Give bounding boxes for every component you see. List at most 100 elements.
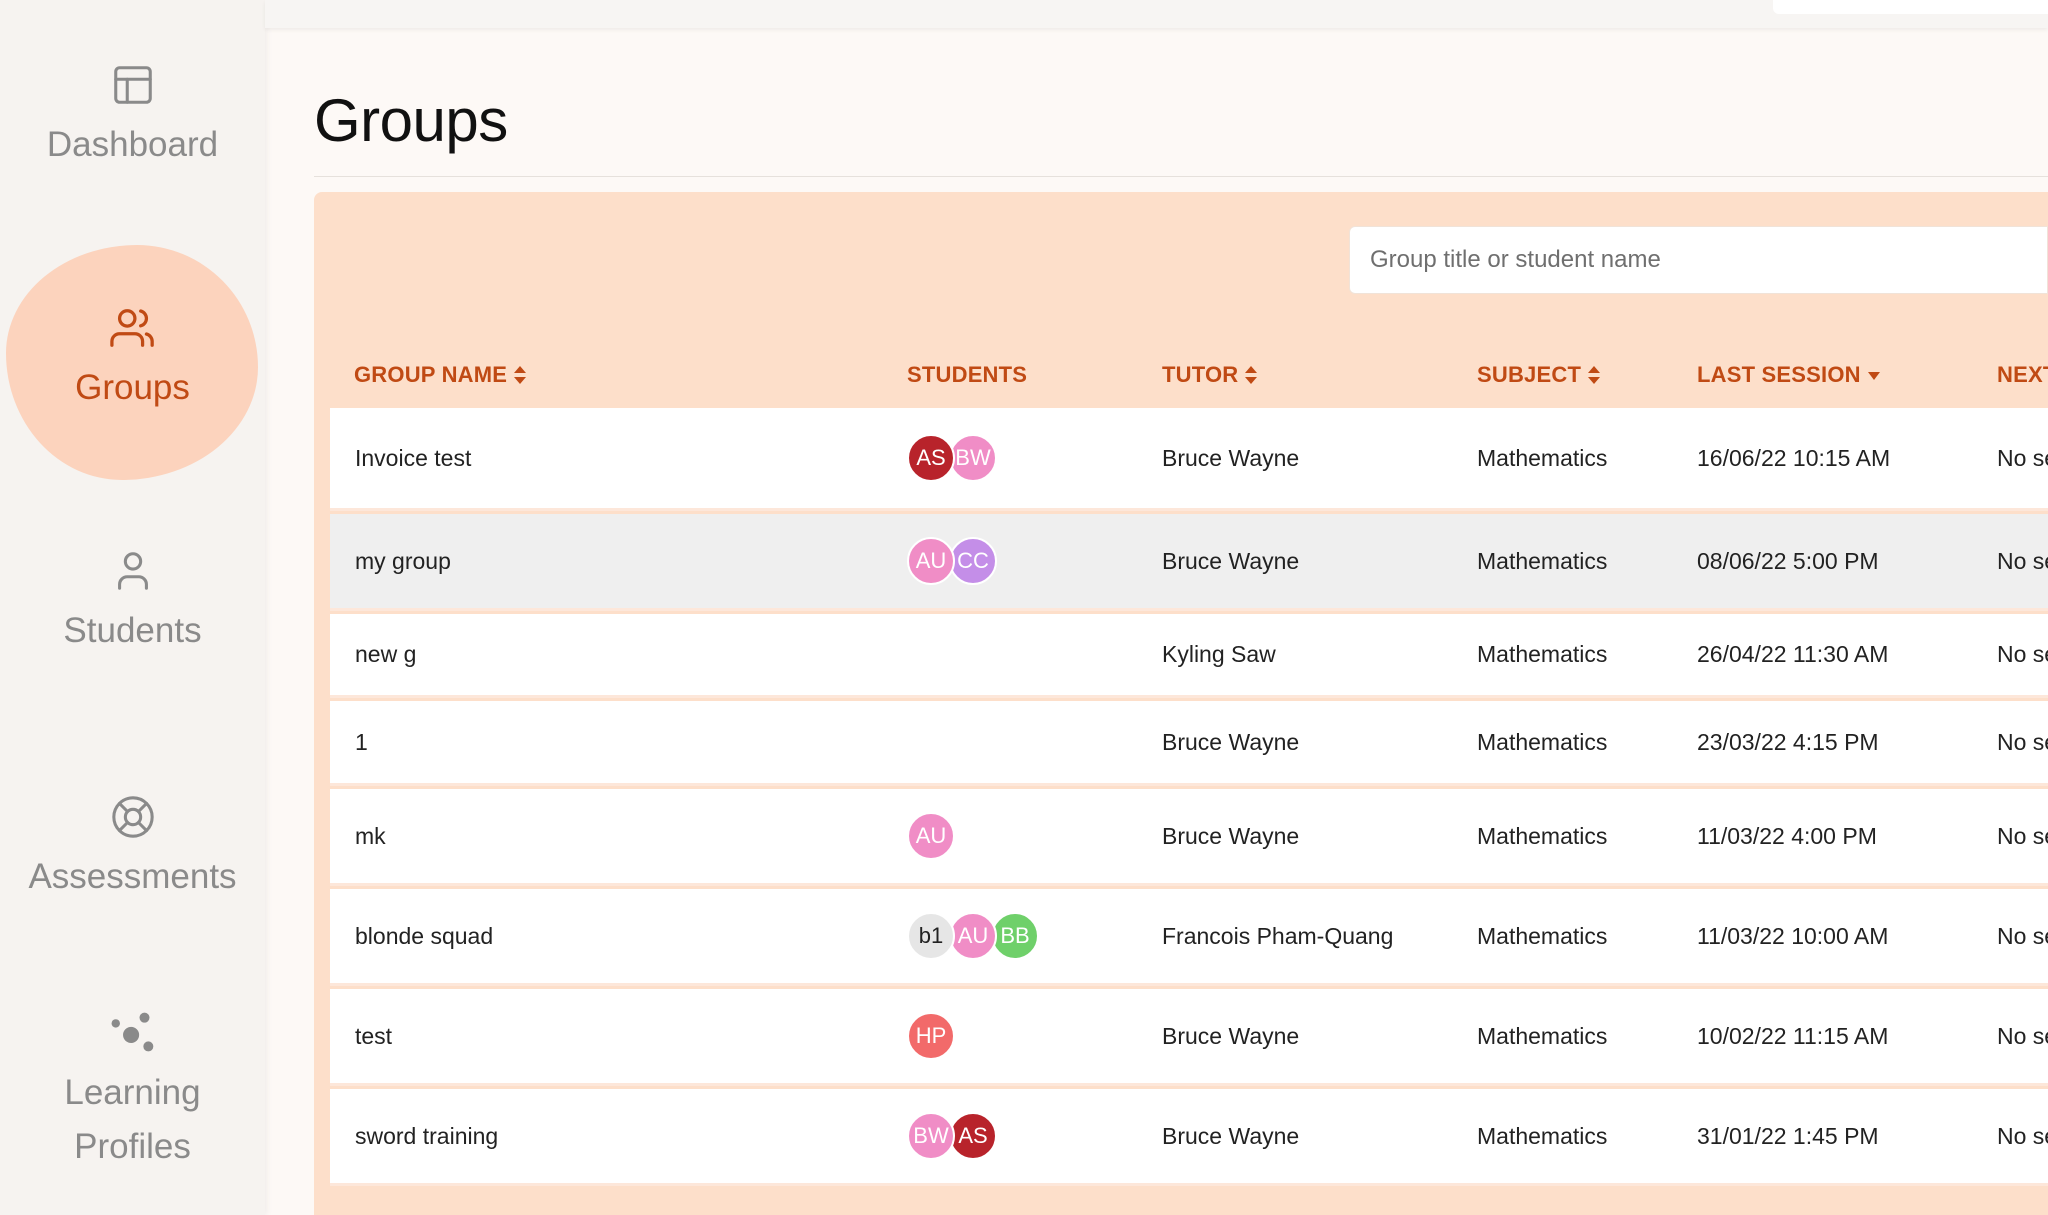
- column-header-last-session[interactable]: LAST SESSION: [1697, 362, 1881, 388]
- group-name-cell: Invoice test: [355, 444, 472, 471]
- column-header-tutor[interactable]: TUTOR: [1162, 362, 1258, 388]
- next-session-cell: No se: [1997, 641, 2048, 667]
- students-cell: BW AS: [907, 1089, 997, 1183]
- last-session-cell: 26/04/22 11:30 AM: [1697, 641, 1889, 667]
- sidebar-item-label: Profiles: [74, 1127, 191, 1166]
- column-header-label: LAST SESSION: [1697, 362, 1861, 387]
- table-row[interactable]: mk AU Bruce Wayne Mathematics 11/03/22 4:00 …: [330, 789, 2048, 886]
- tutor-cell: Bruce Wayne: [1162, 822, 1300, 849]
- group-name-cell: 1: [355, 728, 368, 755]
- subject-cell: Mathematics: [1477, 547, 1608, 574]
- table-row[interactable]: sword training BW AS Bruce Wayne Mathematics…: [330, 1089, 2048, 1186]
- last-session-cell: 31/01/22 1:45 PM: [1697, 1122, 1879, 1149]
- subject-cell: Mathematics: [1477, 728, 1608, 755]
- next-session-cell: No se: [1997, 922, 2048, 949]
- tutor-cell: Bruce Wayne: [1162, 1022, 1300, 1049]
- students-cell: AU CC: [907, 514, 997, 608]
- column-header-label: TUTOR: [1162, 362, 1239, 387]
- avatar-group: AU CC: [907, 537, 997, 585]
- top-bar-field[interactable]: [1773, 0, 2048, 14]
- page-title: Groups: [314, 87, 508, 154]
- layout-icon: [113, 66, 152, 104]
- avatar-group: b1 AU BB: [907, 912, 1039, 960]
- table-row[interactable]: 1 Bruce Wayne Mathematics 23/03/22 4:15 PM N…: [330, 701, 2048, 786]
- table-row[interactable]: blonde squad b1 AU BB Francois Pham-Quang Mat…: [330, 889, 2048, 986]
- column-header-group-name[interactable]: GROUP NAME: [354, 362, 527, 388]
- table-row[interactable]: Invoice test AS BW Bruce Wayne Mathematics 16…: [330, 408, 2048, 511]
- last-session-cell: 11/03/22 10:00 AM: [1697, 922, 1889, 949]
- next-session-cell: No se: [1997, 547, 2048, 574]
- group-name-cell: blonde squad: [355, 922, 494, 949]
- sort-desc-icon: [1867, 372, 1880, 380]
- group-name-cell: mk: [355, 822, 386, 849]
- table-row[interactable]: my group AU CC Bruce Wayne Mathematics 08/06/…: [330, 514, 2048, 611]
- tutor-cell: Kyling Saw: [1162, 641, 1276, 667]
- sidebar-item-assessments[interactable]: Assessments: [0, 794, 265, 904]
- sidebar-item-groups[interactable]: Groups: [0, 305, 265, 415]
- title-divider: [314, 176, 2048, 177]
- avatar-group: AU: [907, 812, 955, 860]
- sidebar-item-learning-profiles[interactable]: Learning Profiles: [0, 1010, 265, 1174]
- subject-cell: Mathematics: [1477, 922, 1608, 949]
- next-session-cell: No se: [1997, 822, 2048, 849]
- sidebar-item-label: Students: [63, 611, 202, 650]
- tutor-cell: Bruce Wayne: [1162, 1122, 1300, 1149]
- student-avatar[interactable]: AU: [949, 912, 997, 960]
- student-avatar[interactable]: HP: [907, 1012, 955, 1060]
- next-session-cell: No se: [1997, 1122, 2048, 1149]
- users-icon: [109, 309, 154, 347]
- tutor-cell: Bruce Wayne: [1162, 547, 1300, 574]
- student-avatar[interactable]: b1: [907, 912, 955, 960]
- student-avatar[interactable]: AS: [949, 1112, 997, 1160]
- sort-icon: [1588, 366, 1601, 384]
- tutor-cell: Bruce Wayne: [1162, 728, 1300, 755]
- subject-cell: Mathematics: [1477, 1022, 1608, 1049]
- next-session-cell: No se: [1997, 444, 2048, 471]
- subject-cell: Mathematics: [1477, 444, 1608, 471]
- avatar-group: HP: [907, 1012, 955, 1060]
- sidebar-item-label: Learning: [64, 1073, 201, 1112]
- tutor-cell: Francois Pham-Quang: [1162, 922, 1394, 949]
- student-avatar[interactable]: AU: [907, 812, 955, 860]
- subject-cell: Mathematics: [1477, 822, 1608, 849]
- students-cell: AS BW: [907, 408, 997, 508]
- column-header-label: STUDENTS: [907, 362, 1028, 387]
- column-header-label: GROUP NAME: [354, 362, 508, 387]
- subject-cell: Mathematics: [1477, 1122, 1608, 1149]
- sidebar-item-dashboard[interactable]: Dashboard: [0, 62, 265, 172]
- group-name-cell: my group: [355, 547, 451, 574]
- column-header-next[interactable]: NEXT: [1997, 362, 2048, 388]
- column-header-subject[interactable]: SUBJECT: [1477, 362, 1601, 388]
- dots-cluster-icon: [111, 1012, 153, 1052]
- last-session-cell: 16/06/22 10:15 AM: [1697, 444, 1891, 471]
- last-session-cell: 08/06/22 5:00 PM: [1697, 547, 1879, 574]
- column-header-label: NEXT: [1997, 362, 2048, 387]
- students-cell: AU: [907, 789, 955, 883]
- sidebar-item-label: Assessments: [28, 857, 237, 896]
- avatar-group: BW AS: [907, 1112, 997, 1160]
- next-session-cell: No se: [1997, 728, 2048, 755]
- last-session-cell: 11/03/22 4:00 PM: [1697, 822, 1877, 849]
- student-avatar[interactable]: AU: [907, 537, 955, 585]
- student-avatar[interactable]: AS: [907, 434, 955, 482]
- column-header-label: SUBJECT: [1477, 362, 1582, 387]
- sort-icon: [1245, 366, 1258, 384]
- subject-cell: Mathematics: [1477, 641, 1608, 667]
- search-input[interactable]: [1349, 226, 2048, 294]
- table-row[interactable]: new g Kyling Saw Mathematics 26/04/22 11:30…: [330, 614, 2048, 698]
- sidebar-item-label: Groups: [75, 368, 190, 407]
- avatar-group: AS BW: [907, 434, 997, 482]
- student-avatar[interactable]: CC: [949, 537, 997, 585]
- student-avatar[interactable]: BB: [991, 912, 1039, 960]
- student-avatar[interactable]: BW: [907, 1112, 955, 1160]
- sidebar-item-students[interactable]: Students: [0, 548, 265, 658]
- group-name-cell: test: [355, 1022, 393, 1049]
- students-cell: b1 AU BB: [907, 889, 1039, 983]
- students-cell: HP: [907, 989, 955, 1083]
- student-avatar[interactable]: BW: [949, 434, 997, 482]
- sidebar-item-label: Dashboard: [46, 125, 219, 164]
- table-row[interactable]: test HP Bruce Wayne Mathematics 10/02/22 11:…: [330, 989, 2048, 1086]
- sidebar: Dashboard Groups Students Assessments Le…: [0, 0, 265, 1215]
- group-name-cell: new g: [355, 641, 417, 667]
- lifebuoy-icon: [111, 796, 154, 838]
